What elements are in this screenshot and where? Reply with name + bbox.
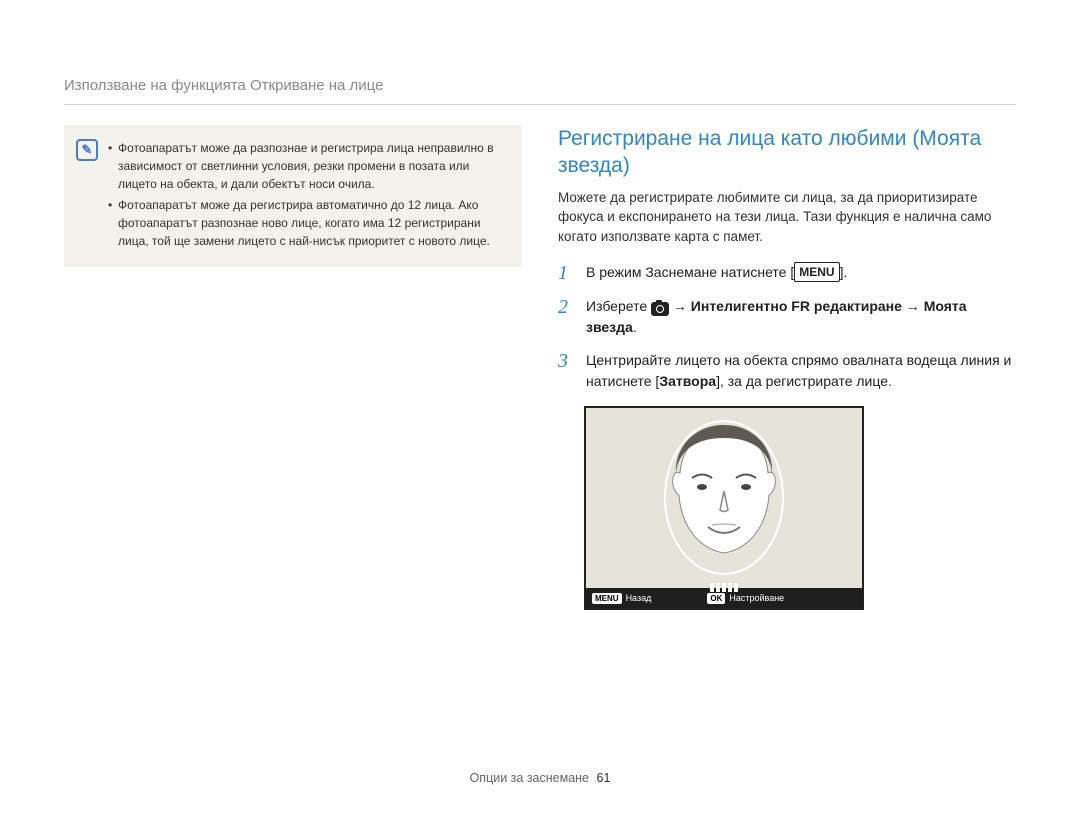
pencil-icon: ✎ [76,139,98,161]
ok-key-chip: OK [707,593,725,604]
step-text: Изберете → Интелигентно FR редактиране →… [586,296,1016,338]
right-column: Регистриране на лица като любими (Моята … [558,125,1016,610]
step-number: 2 [558,296,572,338]
step-1: 1 В режим Заснемане натиснете [MENU]. [558,262,1016,284]
camera-scene [586,408,862,588]
camera-screenshot: MENU Назад OK Настройване [584,406,864,610]
page-footer: Опции за заснемане 61 [0,771,1080,785]
back-control: MENU Назад [592,593,651,604]
note-item: Фотоапаратът може да разпознае и регистр… [108,139,504,193]
face-guide-oval [664,420,784,575]
step-text-fragment: Изберете [586,298,651,314]
step-text: Центрирайте лицето на обекта спрямо овал… [586,350,1016,392]
note-box: ✎ Фотоапаратът може да разпознае и регис… [64,125,522,267]
step-number: 1 [558,262,572,284]
arrow-icon: → [669,298,691,314]
step-text-fragment: . [633,319,637,335]
exposure-meter-icon [710,583,738,592]
set-control: OK Настройване [707,593,784,604]
left-column: ✎ Фотоапаратът може да разпознае и регис… [64,125,522,610]
step-text-fragment: ], за да регистрирате лице. [716,373,892,389]
content-area: ✎ Фотоапаратът може да разпознае и регис… [64,125,1016,610]
step-number: 3 [558,350,572,392]
page-header: Използване на функцията Откриване на лиц… [64,77,1016,105]
step-text: В режим Заснемане натиснете [MENU]. [586,262,1016,284]
camera-icon [651,302,669,316]
step-text-fragment: . [843,264,847,280]
header-title: Използване на функцията Откриване на лиц… [64,77,383,94]
camera-bottom-bar: MENU Назад OK Настройване [586,588,862,608]
menu-key-chip: MENU [592,593,622,604]
arrow-icon: → [902,298,924,314]
step-list: 1 В режим Заснемане натиснете [MENU]. 2 … [558,262,1016,392]
step-bold: Затвора [659,373,716,389]
menu-key-icon: MENU [794,262,839,282]
note-list: Фотоапаратът може да разпознае и регистр… [108,139,504,253]
step-3: 3 Центрирайте лицето на обекта спрямо ов… [558,350,1016,392]
note-item: Фотоапаратът може да регистрира автомати… [108,196,504,250]
section-title: Регистриране на лица като любими (Моята … [558,125,1016,180]
page-number: 61 [597,771,611,785]
step-2: 2 Изберете → Интелигентно FR редактиране… [558,296,1016,338]
back-label: Назад [626,593,652,603]
set-label: Настройване [729,593,784,603]
footer-label: Опции за заснемане [470,771,589,785]
step-bold: Интелигентно FR редактиране [691,298,902,314]
section-intro: Можете да регистрирате любимите си лица,… [558,188,1016,247]
step-text-fragment: В режим Заснемане натиснете [586,264,790,280]
pencil-icon-glyph: ✎ [82,142,93,158]
